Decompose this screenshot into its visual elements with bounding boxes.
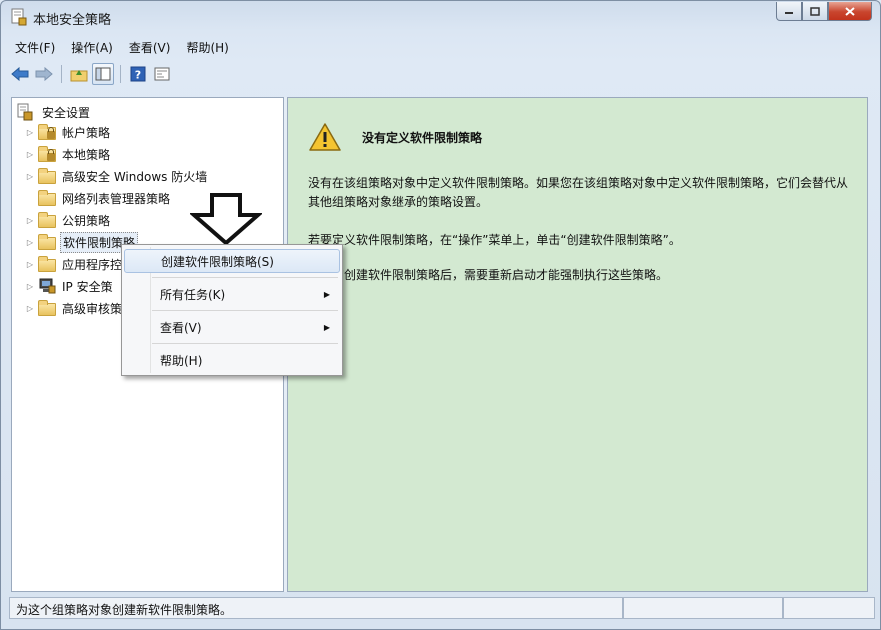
tree-item-label: 应用程序控 bbox=[62, 257, 123, 272]
detail-pane: 没有定义软件限制策略 没有在该组策略对象中定义软件限制策略。如果您在该组策略对象… bbox=[287, 97, 868, 592]
warning-icon bbox=[309, 123, 341, 151]
close-button[interactable] bbox=[828, 2, 872, 21]
ctx-all-tasks[interactable]: 所有任务(K) ▶ bbox=[124, 282, 340, 306]
detail-paragraph-2: 若要定义软件限制策略，在“操作”菜单上，单击“创建软件限制策略”。 bbox=[308, 233, 681, 247]
folder-icon bbox=[38, 212, 56, 228]
tree-item-account-policies[interactable]: ▷ 帐户策略 bbox=[24, 122, 112, 142]
expand-arrow-icon[interactable]: ▷ bbox=[24, 282, 36, 291]
tree-item-label: 网络列表管理器策略 bbox=[62, 191, 171, 206]
expand-arrow-icon[interactable]: ▷ bbox=[24, 128, 36, 137]
close-icon bbox=[845, 6, 855, 16]
tree-item-label: 高级安全 Windows 防火墙 bbox=[62, 169, 208, 184]
expand-arrow-icon[interactable]: ▷ bbox=[24, 172, 36, 181]
submenu-arrow-icon: ▶ bbox=[323, 289, 330, 299]
back-button[interactable] bbox=[9, 63, 31, 85]
tree-item-label: 高级审核策 bbox=[62, 301, 123, 316]
menu-action[interactable]: 操作(A) bbox=[65, 37, 119, 57]
show-tree-icon bbox=[95, 67, 111, 81]
expand-arrow-icon[interactable]: ▷ bbox=[24, 216, 36, 225]
title-bar[interactable]: 本地安全策略 bbox=[1, 1, 880, 33]
folder-icon bbox=[38, 234, 56, 250]
status-bar: 为这个组策略对象创建新软件限制策略。 bbox=[9, 597, 875, 619]
detail-heading: 没有定义软件限制策略 bbox=[362, 131, 483, 145]
expand-arrow-icon[interactable]: ▷ bbox=[24, 238, 36, 247]
caption-buttons bbox=[776, 2, 872, 22]
ctx-help[interactable]: 帮助(H) bbox=[124, 348, 340, 372]
window-title: 本地安全策略 bbox=[33, 13, 112, 28]
down-arrow-icon bbox=[190, 193, 262, 245]
folder-icon bbox=[38, 168, 56, 184]
tree-item-local-policies[interactable]: ▷ 本地策略 bbox=[24, 144, 112, 164]
properties-button[interactable] bbox=[151, 63, 173, 85]
tree-item-public-key-policies[interactable]: ▷ 公钥策略 bbox=[24, 210, 112, 230]
svg-text:?: ? bbox=[135, 69, 141, 82]
tree-item-network-list-manager[interactable]: ▷ 网络列表管理器策略 bbox=[24, 188, 172, 208]
folder-lock-icon bbox=[38, 146, 56, 162]
maximize-button[interactable] bbox=[802, 2, 828, 21]
ctx-item-label: 所有任务(K) bbox=[160, 287, 226, 302]
tree-item-app-control[interactable]: ▷ 应用程序控 bbox=[24, 254, 124, 274]
up-folder-icon bbox=[70, 70, 88, 82]
help-button[interactable]: ? bbox=[127, 63, 149, 85]
tree-item-ip-security[interactable]: ▷ IP 安全策 bbox=[24, 276, 115, 296]
folder-icon bbox=[38, 256, 56, 272]
ctx-create-software-restriction[interactable]: 创建软件限制策略(S) bbox=[124, 249, 340, 273]
tree-item-label: 本地策略 bbox=[62, 147, 111, 162]
local-security-policy-icon bbox=[11, 8, 27, 26]
minimize-icon bbox=[785, 12, 793, 14]
menu-separator bbox=[152, 310, 338, 311]
expand-arrow-icon[interactable]: ▷ bbox=[24, 260, 36, 269]
folder-lock-icon bbox=[38, 124, 56, 140]
security-settings-icon bbox=[17, 103, 33, 121]
tree-item-label: 帐户策略 bbox=[62, 125, 111, 140]
toolbar-separator bbox=[120, 65, 121, 83]
forward-icon bbox=[35, 67, 53, 81]
ctx-item-label: 查看(V) bbox=[160, 320, 202, 335]
status-cell-empty bbox=[623, 597, 783, 619]
ctx-view[interactable]: 查看(V) ▶ bbox=[124, 315, 340, 339]
folder-icon bbox=[38, 300, 56, 316]
expand-arrow-icon[interactable]: ▷ bbox=[24, 304, 36, 313]
toolbar: ? bbox=[9, 61, 873, 87]
tree-item-advanced-audit[interactable]: ▷ 高级审核策 bbox=[24, 298, 124, 318]
folder-icon bbox=[38, 190, 56, 206]
properties-icon bbox=[154, 67, 170, 81]
tree-root-label: 安全设置 bbox=[42, 105, 91, 120]
status-text: 为这个组策略对象创建新软件限制策略。 bbox=[9, 597, 623, 619]
status-cell-empty bbox=[783, 597, 875, 619]
submenu-arrow-icon: ▶ bbox=[323, 322, 330, 332]
context-menu: 创建软件限制策略(S) 所有任务(K) ▶ 查看(V) ▶ 帮助(H) bbox=[121, 244, 343, 376]
show-tree-button[interactable] bbox=[92, 63, 114, 85]
tree-item-windows-firewall[interactable]: ▷ 高级安全 Windows 防火墙 bbox=[24, 166, 209, 186]
menu-separator bbox=[152, 277, 338, 278]
back-icon bbox=[11, 67, 29, 81]
toolbar-separator bbox=[61, 65, 62, 83]
ip-security-icon bbox=[38, 278, 56, 294]
detail-paragraph-3: 在最初创建软件限制策略后，需要重新启动才能强制执行这些策略。 bbox=[308, 268, 669, 282]
help-icon: ? bbox=[130, 66, 146, 82]
minimize-button[interactable] bbox=[776, 2, 802, 21]
menu-view[interactable]: 查看(V) bbox=[123, 37, 177, 57]
ctx-item-label: 帮助(H) bbox=[160, 353, 203, 368]
up-folder-button[interactable] bbox=[68, 63, 90, 85]
menu-separator bbox=[152, 343, 338, 344]
tree-root[interactable]: 安全设置 bbox=[16, 102, 92, 122]
menu-help[interactable]: 帮助(H) bbox=[180, 37, 234, 57]
forward-button[interactable] bbox=[33, 63, 55, 85]
tree-item-label: 公钥策略 bbox=[62, 213, 111, 228]
expand-arrow-icon[interactable]: ▷ bbox=[24, 150, 36, 159]
detail-paragraph-1: 没有在该组策略对象中定义软件限制策略。如果您在该组策略对象中定义软件限制策略，它… bbox=[308, 176, 849, 209]
menu-file[interactable]: 文件(F) bbox=[9, 37, 61, 57]
menu-bar: 文件(F) 操作(A) 查看(V) 帮助(H) bbox=[9, 37, 235, 57]
tree-item-label: IP 安全策 bbox=[62, 279, 113, 294]
ctx-item-label: 创建软件限制策略(S) bbox=[161, 254, 274, 269]
maximize-icon bbox=[810, 6, 820, 16]
